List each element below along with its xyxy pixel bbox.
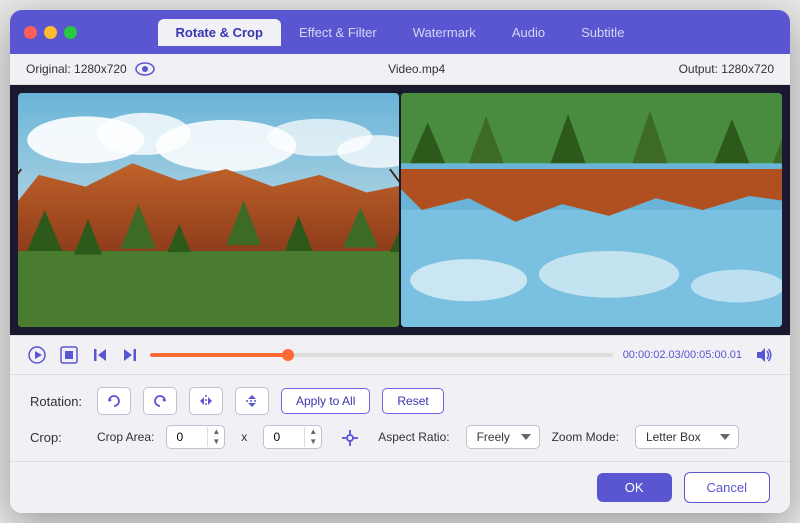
crop-y-spinners: ▲ ▼	[304, 427, 321, 447]
crop-x-spinners: ▲ ▼	[207, 427, 224, 447]
aspect-ratio-dropdown[interactable]: Freely 16:9 4:3 1:1 9:16	[466, 425, 540, 449]
play-button[interactable]	[26, 344, 48, 366]
stop-button[interactable]	[58, 344, 80, 366]
minimize-button[interactable]	[44, 26, 57, 39]
controls-panel: Rotation:	[10, 374, 790, 461]
tab-audio[interactable]: Audio	[494, 19, 563, 46]
output-preview	[401, 93, 782, 327]
content-area: Original: 1280x720 Video.mp4 Output: 128…	[10, 54, 790, 513]
crop-y-down[interactable]: ▼	[305, 437, 321, 447]
traffic-lights	[24, 26, 77, 39]
titlebar: Rotate & Crop Effect & Filter Watermark …	[10, 10, 790, 54]
crop-y-input-group: ▲ ▼	[263, 425, 322, 449]
crop-x-up[interactable]: ▲	[208, 427, 224, 437]
preview-area	[10, 85, 790, 335]
crop-x-input-group: ▲ ▼	[166, 425, 225, 449]
tab-effect-filter[interactable]: Effect & Filter	[281, 19, 395, 46]
bottom-bar: OK Cancel	[10, 461, 790, 513]
aspect-ratio-label: Aspect Ratio:	[378, 430, 449, 444]
rotation-row: Rotation:	[30, 387, 770, 415]
crop-y-up[interactable]: ▲	[305, 427, 321, 437]
eye-icon[interactable]	[135, 60, 155, 78]
zoom-mode-dropdown[interactable]: Letter Box Pan & Scan Full	[635, 425, 739, 449]
original-resolution: Original: 1280x720	[26, 62, 127, 76]
crop-row: Crop: Crop Area: ▲ ▼ x ▲ ▼	[30, 425, 770, 449]
time-display: 00:00:02.03/00:05:00.01	[623, 349, 742, 361]
rotate-right-button[interactable]	[143, 387, 177, 415]
ok-button[interactable]: OK	[597, 473, 672, 502]
tab-rotate-crop[interactable]: Rotate & Crop	[158, 19, 281, 46]
flip-horizontal-button[interactable]	[189, 387, 223, 415]
tab-subtitle[interactable]: Subtitle	[563, 19, 642, 46]
tab-bar: Rotate & Crop Effect & Filter Watermark …	[158, 19, 643, 46]
crosshair-icon[interactable]	[340, 426, 360, 447]
volume-button[interactable]	[752, 344, 774, 366]
rotation-label: Rotation:	[30, 394, 85, 409]
step-forward-button[interactable]	[120, 345, 140, 365]
x-separator: x	[237, 430, 251, 444]
filename: Video.mp4	[388, 62, 445, 76]
output-resolution: Output: 1280x720	[679, 62, 774, 76]
crop-x-input[interactable]	[167, 426, 207, 448]
apply-to-all-button[interactable]: Apply to All	[281, 388, 370, 414]
original-info: Original: 1280x720	[26, 60, 155, 78]
zoom-mode-label: Zoom Mode:	[552, 430, 619, 444]
reset-button[interactable]: Reset	[382, 388, 443, 414]
original-preview	[18, 93, 399, 327]
progress-fill	[150, 353, 289, 357]
video-info-bar: Original: 1280x720 Video.mp4 Output: 128…	[10, 54, 790, 85]
progress-bar[interactable]	[150, 353, 613, 357]
playback-controls: 00:00:02.03/00:05:00.01	[10, 335, 790, 374]
tab-watermark[interactable]: Watermark	[395, 19, 494, 46]
crop-label: Crop:	[30, 430, 85, 445]
main-window: Rotate & Crop Effect & Filter Watermark …	[10, 10, 790, 513]
flip-vertical-button[interactable]	[235, 387, 269, 415]
crop-area-label: Crop Area:	[97, 430, 154, 444]
cancel-button[interactable]: Cancel	[684, 472, 770, 503]
crop-y-input[interactable]	[264, 426, 304, 448]
rotate-left-button[interactable]	[97, 387, 131, 415]
step-back-button[interactable]	[90, 345, 110, 365]
close-button[interactable]	[24, 26, 37, 39]
crop-x-down[interactable]: ▼	[208, 437, 224, 447]
maximize-button[interactable]	[64, 26, 77, 39]
progress-thumb	[282, 349, 294, 361]
